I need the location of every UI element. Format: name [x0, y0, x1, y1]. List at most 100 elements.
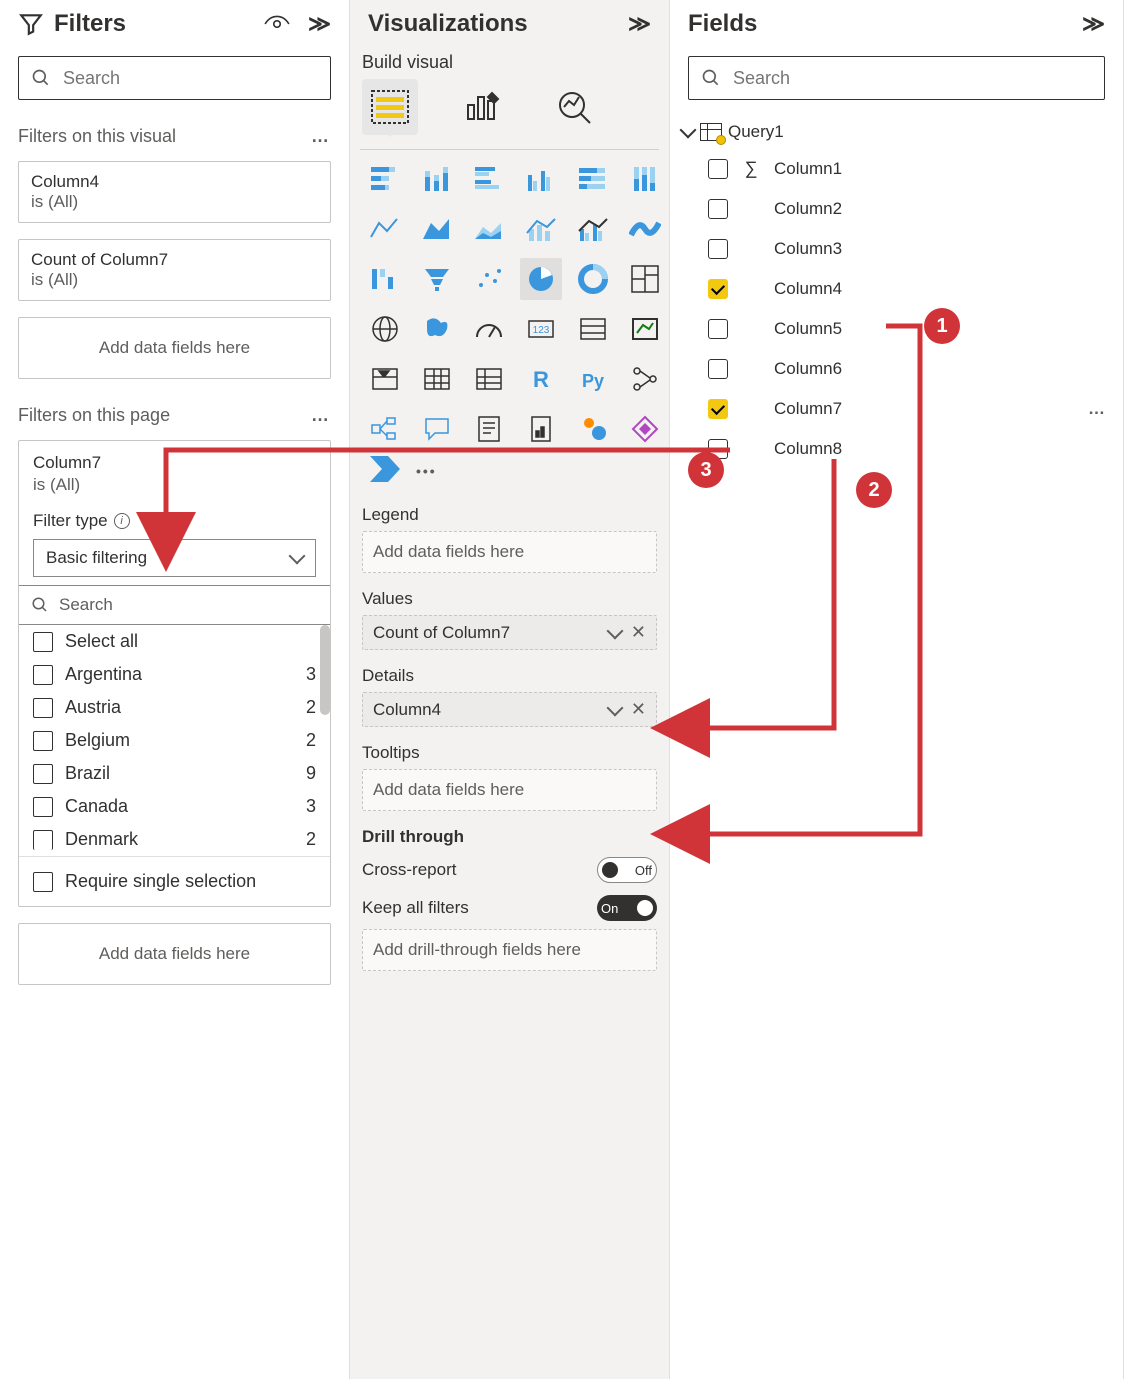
viz-qna-icon[interactable]	[416, 408, 458, 450]
viz-funnel-icon[interactable]	[416, 258, 458, 300]
filters-search[interactable]	[18, 56, 331, 100]
viz-stacked-bar-icon[interactable]	[364, 158, 406, 200]
filter-card-column4[interactable]: Column4 is (All)	[18, 161, 331, 223]
viz-powerapps-icon[interactable]	[624, 408, 666, 450]
drillthrough-well[interactable]: Add drill-through fields here	[362, 929, 657, 971]
remove-icon[interactable]: ✕	[631, 622, 646, 643]
viz-key-influencers-icon[interactable]	[624, 358, 666, 400]
fields-search[interactable]	[688, 56, 1105, 100]
viz-python-icon[interactable]: Py	[572, 358, 614, 400]
cross-report-toggle[interactable]: Off	[597, 857, 657, 883]
viz-ribbon-icon[interactable]	[624, 208, 666, 250]
build-tab-fields[interactable]	[362, 79, 418, 135]
legend-well[interactable]: Add data fields here	[362, 531, 657, 573]
chevron-down-icon	[289, 548, 306, 565]
annotation-badge-2: 2	[856, 472, 892, 508]
filter-value-canada[interactable]: Canada 3	[19, 790, 330, 823]
field-column6[interactable]: Column6	[680, 349, 1113, 389]
viz-map-icon[interactable]	[364, 308, 406, 350]
viz-line-stacked-column-icon[interactable]	[520, 208, 562, 250]
viz-treemap-icon[interactable]	[624, 258, 666, 300]
viz-table-icon[interactable]	[416, 358, 458, 400]
keep-filters-toggle[interactable]: On	[597, 895, 657, 921]
viz-arcgis-icon[interactable]	[572, 408, 614, 450]
viz-r-icon[interactable]: R	[520, 358, 562, 400]
page-filters-more-icon[interactable]: …	[311, 405, 331, 426]
collapse-viz-icon[interactable]: ≫	[628, 11, 651, 37]
viz-scatter-icon[interactable]	[468, 258, 510, 300]
collapse-fields-icon[interactable]: ≫	[1082, 11, 1105, 37]
viz-decomposition-icon[interactable]	[364, 408, 406, 450]
viz-100-stacked-bar-icon[interactable]	[572, 158, 614, 200]
viz-multirow-card-icon[interactable]	[572, 308, 614, 350]
filters-search-input[interactable]	[61, 67, 318, 90]
table-icon	[700, 123, 722, 141]
viz-gallery: 123 R Py	[350, 158, 669, 450]
viz-donut-icon[interactable]	[572, 258, 614, 300]
fields-search-input[interactable]	[731, 67, 1092, 90]
filter-card-count-column7[interactable]: Count of Column7 is (All)	[18, 239, 331, 301]
viz-kpi-icon[interactable]	[624, 308, 666, 350]
viz-clustered-bar-icon[interactable]	[468, 158, 510, 200]
svg-text:R: R	[533, 367, 549, 392]
values-well-item[interactable]: Count of Column7 ✕	[362, 615, 657, 650]
sigma-icon: ∑	[742, 158, 760, 179]
scrollbar-thumb[interactable]	[320, 625, 330, 715]
field-column3[interactable]: Column3	[680, 229, 1113, 269]
filter-value-denmark[interactable]: Denmark 2	[19, 823, 330, 856]
viz-waterfall-icon[interactable]	[364, 258, 406, 300]
viz-slicer-icon[interactable]	[364, 358, 406, 400]
build-tab-format[interactable]	[454, 79, 510, 135]
viz-clustered-column-icon[interactable]	[520, 158, 562, 200]
field-column4[interactable]: Column4	[680, 269, 1113, 309]
filter-value-austria[interactable]: Austria 2	[19, 691, 330, 724]
viz-paginated-icon[interactable]	[520, 408, 562, 450]
chevron-down-icon	[680, 122, 697, 139]
filter-values-search[interactable]: Search	[19, 585, 330, 625]
field-column5[interactable]: Column5	[680, 309, 1113, 349]
viz-narrative-icon[interactable]	[468, 408, 510, 450]
viz-more-icon[interactable]: •••	[416, 463, 437, 479]
field-column2[interactable]: Column2	[680, 189, 1113, 229]
filter-value-brazil[interactable]: Brazil 9	[19, 757, 330, 790]
visual-filters-dropzone[interactable]: Add data fields here	[18, 317, 331, 379]
viz-stacked-area-icon[interactable]	[468, 208, 510, 250]
svg-text:Py: Py	[582, 371, 604, 391]
viz-filled-map-icon[interactable]	[416, 308, 458, 350]
eye-icon[interactable]	[264, 15, 290, 33]
table-query1[interactable]: Query1	[680, 116, 1113, 148]
info-icon[interactable]: i	[114, 513, 130, 529]
viz-100-stacked-column-icon[interactable]	[624, 158, 666, 200]
viz-matrix-icon[interactable]	[468, 358, 510, 400]
fields-title: Fields	[688, 10, 757, 38]
viz-stacked-column-icon[interactable]	[416, 158, 458, 200]
field-column8[interactable]: Column8	[680, 429, 1113, 469]
chevron-down-icon[interactable]	[606, 699, 623, 716]
remove-icon[interactable]: ✕	[631, 699, 646, 720]
viz-line-icon[interactable]	[364, 208, 406, 250]
field-column1[interactable]: ∑Column1	[680, 148, 1113, 189]
collapse-filters-icon[interactable]: ≫	[308, 11, 331, 37]
filter-value-belgium[interactable]: Belgium 2	[19, 724, 330, 757]
filter-type-select[interactable]: Basic filtering	[33, 539, 316, 577]
search-icon	[31, 596, 49, 614]
viz-line-clustered-column-icon[interactable]	[572, 208, 614, 250]
build-tab-analytics[interactable]	[546, 79, 602, 135]
filter-value-select-all[interactable]: Select all	[19, 625, 330, 658]
tooltips-well[interactable]: Add data fields here	[362, 769, 657, 811]
field-column7[interactable]: Column7 …	[680, 389, 1113, 429]
require-single-selection[interactable]: Require single selection	[19, 856, 330, 906]
viz-card-icon[interactable]: 123	[520, 308, 562, 350]
viz-powerautomate-icon[interactable]	[368, 454, 402, 487]
viz-gauge-icon[interactable]	[468, 308, 510, 350]
keep-filters-label: Keep all filters	[362, 898, 469, 918]
details-well-item[interactable]: Column4 ✕	[362, 692, 657, 727]
filter-value-argentina[interactable]: Argentina 3	[19, 658, 330, 691]
visual-filters-more-icon[interactable]: …	[311, 126, 331, 147]
values-label: Values	[350, 575, 669, 613]
viz-pie-icon[interactable]	[520, 258, 562, 300]
field-more-icon[interactable]: …	[1088, 399, 1107, 419]
page-filters-dropzone[interactable]: Add data fields here	[18, 923, 331, 985]
chevron-down-icon[interactable]	[606, 622, 623, 639]
viz-area-icon[interactable]	[416, 208, 458, 250]
